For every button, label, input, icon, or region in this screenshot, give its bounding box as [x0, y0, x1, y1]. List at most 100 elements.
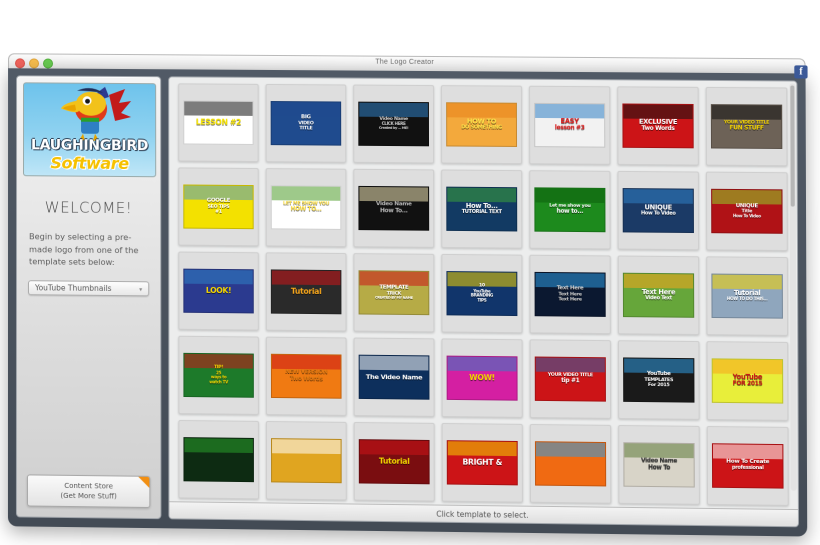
thumbnail-text: YouTube TEMPLATES For 2015: [642, 371, 675, 389]
template-set-select[interactable]: YouTube Thumbnails ▾: [27, 280, 150, 297]
thumbnail-line: How To: [648, 464, 671, 471]
template-tile[interactable]: Video Name How To: [618, 425, 700, 505]
thumbnail-line: CREATED BY MY NAME: [375, 295, 413, 300]
template-tile[interactable]: Video Name CLICK HERE Created by ... ME!: [353, 84, 435, 164]
thumbnail-accent: [535, 103, 605, 119]
thumbnail-line: BRIGHT &: [462, 457, 503, 468]
template-tile[interactable]: TEMPLATE TRICK CREATED BY MY NAME: [353, 253, 435, 333]
thumbnail-text: Text Here Text Here Text Here: [555, 285, 586, 302]
thumbnail-accent: [184, 438, 253, 454]
template-tile[interactable]: How To... TUTORIAL TEXT: [441, 169, 523, 249]
template-tile[interactable]: YouTube TEMPLATES For 2015: [617, 340, 700, 420]
template-thumbnail-exclusive-two-words: EXCLUSIVE Two Words: [622, 103, 694, 149]
thumbnail-accent: [623, 273, 694, 289]
thumbnail-text: EASY lesson #3: [553, 118, 587, 132]
template-tile[interactable]: NEW VERSION Two Words: [265, 336, 347, 416]
template-tile[interactable]: EASY lesson #3: [529, 85, 611, 165]
template-thumbnail-tutorial: Tutorial: [270, 269, 342, 315]
scrollbar-thumb[interactable]: [790, 85, 795, 207]
thumbnail-line: Two Words: [641, 126, 675, 133]
thumbnail-line: #1: [215, 209, 222, 215]
thumbnail-text: GOOGLE SEO TIPS #1: [205, 198, 232, 215]
template-thumbnail-youtube-for-2015: YouTube FOR 2015: [711, 358, 784, 404]
template-tile[interactable]: UNIQUE Title How To Video: [705, 171, 788, 252]
template-tile[interactable]: LET ME SHOW YOU HOW TO...: [265, 168, 347, 248]
template-tile[interactable]: Tutorial HOW TO DO THIS...: [706, 256, 789, 336]
thumbnail-text: How To... TUTORIAL TEXT: [460, 202, 504, 216]
template-tile[interactable]: 10 YouTube BRANDING TIPS: [441, 253, 523, 334]
template-tile[interactable]: GOOGLE SEO TIPS #1: [178, 167, 259, 247]
template-tile[interactable]: BIG VIDEO TITLE: [265, 83, 347, 163]
thumbnail-accent: [623, 104, 693, 120]
template-tile[interactable]: [265, 421, 347, 501]
content-store-button[interactable]: Content Store (Get More Stuff): [26, 474, 151, 509]
template-tile[interactable]: The Video Name: [353, 337, 435, 417]
facebook-icon[interactable]: f: [794, 65, 808, 79]
thumbnail-text: YOUR VIDEO TITLE FUN STUFF: [722, 121, 771, 133]
thumbnail-line: Created by ... ME!: [378, 125, 409, 130]
template-tile[interactable]: How To Create professional: [706, 426, 789, 506]
chevron-down-icon: ▾: [139, 287, 143, 294]
template-tile[interactable]: YOUR VIDEO TITLE tip #1: [529, 339, 612, 419]
template-thumbnail-bright-and: BRIGHT &: [446, 440, 518, 486]
thumbnail-line: For 2015: [648, 382, 670, 389]
template-tile[interactable]: Text Here Text Here Text Here: [529, 254, 611, 335]
new-corner-icon: [138, 476, 150, 488]
thumbnail-accent: [712, 274, 782, 290]
thumbnail-accent: [359, 440, 429, 456]
template-tile[interactable]: UNIQUE How To Video: [617, 170, 700, 251]
template-tile[interactable]: LESSON #2: [178, 83, 259, 163]
template-thumbnail-lesson-2: LESSON #2: [183, 100, 254, 145]
thumbnail-text: Tutorial: [377, 457, 412, 466]
template-tile[interactable]: YOUR VIDEO TITLE FUN STUFF: [705, 86, 788, 167]
window-frame: f LAUGHINGBIRD Software WELCOME! Begin b…: [7, 65, 808, 537]
template-tile[interactable]: EXCLUSIVE Two Words: [617, 86, 699, 166]
thumbnail-text: UNIQUE Title How To Video: [731, 203, 763, 219]
thumbnail-text: WOW!: [467, 373, 497, 382]
template-tile[interactable]: Tutorial: [353, 422, 435, 502]
template-thumbnail-white-card-gold: [271, 438, 342, 484]
template-thumbnail-video-name-how-to: Video Name How To...: [358, 185, 430, 231]
thumbnail-line: LOOK!: [205, 285, 232, 296]
template-tile[interactable]: YouTube FOR 2015: [706, 341, 789, 421]
thumbnail-text: Tutorial HOW TO DO THIS...: [725, 289, 770, 302]
thumbnail-line: TIPS: [477, 297, 487, 303]
thumbnail-text: YouTube FOR 2015: [731, 373, 765, 388]
template-tile[interactable]: Video Name How To...: [353, 168, 435, 248]
template-thumbnail-how-to-do-something: HOW TO DO SOMETHING: [446, 102, 518, 147]
thumbnail-text: Video Name How To...: [374, 201, 414, 214]
template-thumbnail-video-name-how-to-board: Video Name How To: [623, 442, 695, 488]
thumbnail-line: lesson #3: [554, 125, 585, 132]
template-tile[interactable]: LOOK!: [178, 251, 259, 331]
instructions-text: Begin by selecting a pre-made logo from …: [29, 231, 139, 268]
template-tile[interactable]: [178, 420, 259, 500]
template-tile[interactable]: BRIGHT &: [441, 422, 523, 503]
thumbnail-line: How To Video: [640, 210, 676, 217]
thumbnail-line: TUTORIAL TEXT: [461, 208, 502, 216]
template-tile[interactable]: [529, 424, 612, 504]
thumbnail-line: Two Words: [289, 375, 323, 383]
template-tile[interactable]: Let me show you how to...: [529, 170, 611, 250]
template-tile[interactable]: Text Here Video Text: [617, 255, 700, 336]
template-grid-scroll[interactable]: LESSON #2 BIG VIDEO TITLE Video Name CLICK HE…: [169, 77, 798, 510]
thumbnail-line: DO SOMETHING: [461, 124, 502, 131]
thumbnail-text: TIP! 25 ways to watch TV: [207, 365, 230, 384]
template-panel: LESSON #2 BIG VIDEO TITLE Video Name CLICK HE…: [168, 76, 800, 528]
template-thumbnail-tutorial-how-to-do-this: Tutorial HOW TO DO THIS...: [711, 273, 783, 319]
template-tile[interactable]: TIP! 25 ways to watch TV: [178, 335, 259, 415]
content-store-line1: Content Store: [64, 481, 113, 491]
thumbnail-text: Let me show you how to...: [547, 204, 592, 216]
template-thumbnail-google-seo-tips: GOOGLE SEO TIPS #1: [183, 184, 254, 230]
template-tile[interactable]: HOW TO DO SOMETHING: [441, 85, 523, 165]
vertical-scrollbar[interactable]: [789, 83, 797, 491]
template-tile[interactable]: WOW!: [441, 338, 523, 418]
template-thumbnail-template-trick: TEMPLATE TRICK CREATED BY MY NAME: [358, 270, 430, 316]
template-thumbnail-video-name-click-here: Video Name CLICK HERE Created by ... ME!: [358, 101, 430, 147]
thumbnail-text: BRIGHT &: [460, 457, 504, 468]
brand-logo-word2: Software: [50, 153, 129, 174]
template-tile[interactable]: Tutorial: [265, 252, 347, 332]
template-thumbnail-25-ways-to-watch-tv: TIP! 25 ways to watch TV: [183, 352, 254, 398]
template-thumbnail-let-me-show-you-how-to-green: Let me show you how to...: [534, 187, 606, 233]
thumbnail-line: The Video Name: [365, 372, 423, 382]
